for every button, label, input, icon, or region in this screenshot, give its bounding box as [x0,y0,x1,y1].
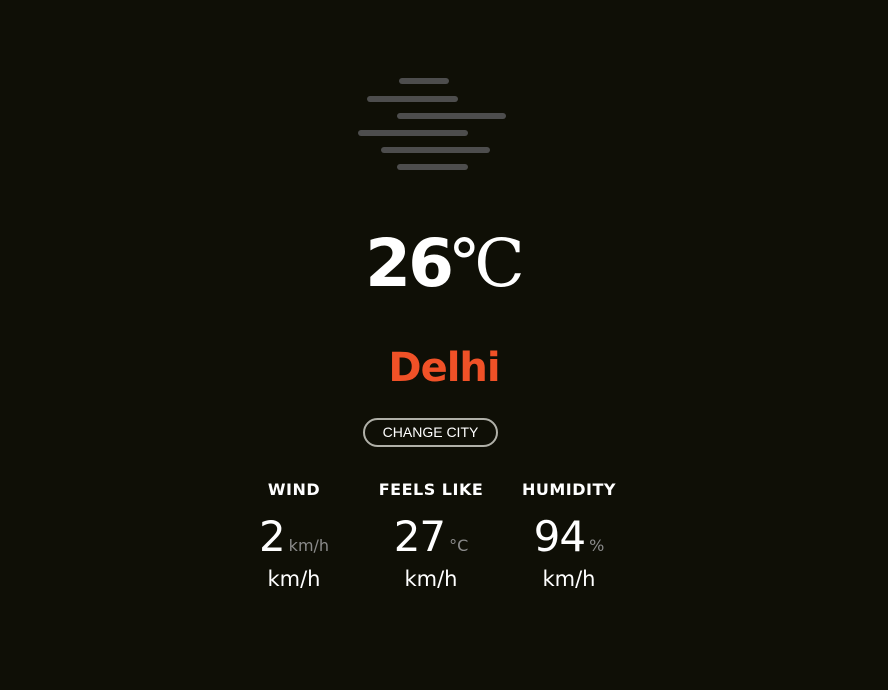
wind-value: 2 [258,512,286,561]
temperature-unit: ℃ [451,225,525,302]
feels-like-unit-below: km/h [404,567,458,591]
wind-value-row: 2 km/h [219,512,369,562]
fog-icon-line [397,164,468,170]
change-city-button[interactable]: CHANGE CITY [363,418,498,447]
humidity-unit-below: km/h [542,567,596,591]
wind-label: WIND [267,480,321,499]
fog-icon [357,76,509,174]
humidity-value: 94 [533,512,586,561]
feels-like-stat: FEELS LIKE 27 °C km/h [356,478,506,594]
humidity-value-row: 94% [494,512,644,562]
fog-icon-line [367,96,458,102]
feels-like-unit: °C [449,536,469,555]
humidity-stat: HUMIDITY 94% km/h [494,478,644,594]
fog-icon-line [397,113,506,119]
humidity-label: HUMIDITY [522,480,616,499]
feels-like-value-row: 27 °C [356,512,506,562]
humidity-unit: % [589,536,605,555]
city-name: Delhi [388,345,500,391]
wind-unit: km/h [288,536,330,555]
fog-icon-line [358,130,468,136]
feels-like-label: FEELS LIKE [378,480,484,499]
fog-icon-line [399,78,449,84]
fog-icon-line [381,147,490,153]
wind-stat: WIND 2 km/h km/h [219,478,369,594]
temperature-value: 26 [365,225,454,302]
wind-unit-below: km/h [267,567,321,591]
feels-like-value: 27 [393,512,446,561]
temperature-display: 26℃ [0,226,888,302]
